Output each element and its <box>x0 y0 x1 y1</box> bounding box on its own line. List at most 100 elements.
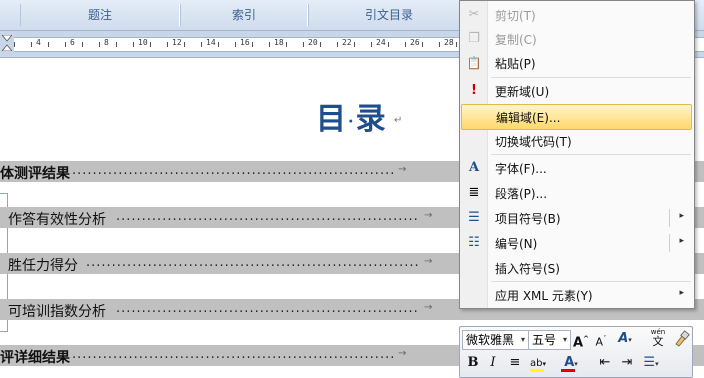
menu-item-update-field[interactable]: ! 更新域(U) <box>461 79 692 103</box>
toc-title: 目·录 <box>316 94 388 138</box>
ruler-tick <box>320 42 321 47</box>
menu-item-label: 项目符号(B) <box>495 212 561 226</box>
font-name-dropdown[interactable]: 微软雅黑 ▾ <box>462 330 529 350</box>
toc-entry-text: 体测评结果 <box>0 166 70 182</box>
menu-item-label: 剪切(T) <box>495 9 536 23</box>
toc-leader-dots: ........................................… <box>116 301 420 316</box>
submenu-arrow-icon[interactable]: ▸ <box>679 211 684 221</box>
menu-item-label: 字体(F)... <box>495 162 547 176</box>
menu-item-numbering[interactable]: ☷ 编号(N) ▸ <box>461 231 692 255</box>
toc-leader-dots: ........................................… <box>72 347 394 362</box>
menu-item-label: 复制(C) <box>495 33 537 47</box>
increase-indent-icon[interactable]: ⇥ <box>618 354 636 372</box>
menu-item-edit-field[interactable]: 编辑域(E)... <box>461 104 692 130</box>
menu-item-apply-xml-element[interactable]: 应用 XML 元素(Y) ▸ <box>461 283 692 307</box>
copy-icon: ❐ <box>468 31 480 46</box>
ruler-number: 8 <box>104 38 109 47</box>
ruler-tick <box>235 42 236 47</box>
tab-arrow-icon: → <box>398 164 407 175</box>
ruler-tick <box>48 42 49 47</box>
split-divider <box>669 234 670 252</box>
ruler-number: 28 <box>444 38 454 47</box>
paragraph-mark: ↵ <box>394 115 403 126</box>
ruler-number: 18 <box>274 38 284 47</box>
ruler-tick <box>303 42 304 47</box>
scissors-icon: ✂ <box>468 7 480 22</box>
format-painter-icon[interactable] <box>672 330 690 348</box>
ruler-number: 6 <box>70 38 75 47</box>
split-divider <box>669 209 670 227</box>
menu-item-font[interactable]: A 字体(F)... <box>461 156 692 180</box>
paragraph-icon: ≣ <box>468 185 480 200</box>
italic-button[interactable]: I <box>484 354 502 372</box>
toc-title-char-2: 录 <box>355 102 388 137</box>
phonetic-guide-icon[interactable]: wén 文 <box>648 328 668 348</box>
update-field-icon: ! <box>471 83 477 98</box>
ruler-tick <box>116 42 117 47</box>
submenu-arrow-icon[interactable]: ▸ <box>679 236 684 246</box>
menu-item-label: 编号(N) <box>495 237 538 251</box>
submenu-arrow-icon[interactable]: ▸ <box>679 288 684 298</box>
decrease-indent-icon[interactable]: ⇤ <box>596 354 614 372</box>
font-name-value: 微软雅黑 <box>466 333 515 347</box>
menu-item-bullets[interactable]: ☰ 项目符号(B) ▸ <box>461 206 692 230</box>
ruler-tick <box>201 42 202 47</box>
grow-font-icon[interactable]: A^ <box>572 330 590 350</box>
ruler-tick <box>65 42 66 47</box>
menu-item-cut[interactable]: ✂ 剪切(T) <box>461 3 692 27</box>
ruler-number: 16 <box>240 38 250 47</box>
ruler-number: 24 <box>376 38 386 47</box>
ruler-number: 4 <box>36 38 41 47</box>
font-size-dropdown[interactable]: 五号 ▾ <box>528 330 571 350</box>
menu-item-toggle-field-codes[interactable]: 切换域代码(T) <box>461 129 692 153</box>
menu-item-paragraph[interactable]: ≣ 段落(P)... <box>461 181 692 205</box>
ruler-number: 22 <box>342 38 352 47</box>
toc-leader-dots: ........................................… <box>72 163 394 178</box>
font-icon: A <box>468 160 480 175</box>
toc-entry-text: 可培训指数分析 <box>8 304 106 320</box>
ruler-number: 26 <box>410 38 420 47</box>
menu-separator <box>491 154 691 155</box>
menu-separator <box>491 77 691 78</box>
ruler-number: 12 <box>172 38 182 47</box>
chevron-down-icon: ▾ <box>562 335 567 344</box>
ruler-tick <box>439 42 440 47</box>
ruler-tick <box>269 42 270 47</box>
styles-icon[interactable]: A▾ <box>616 330 634 348</box>
menu-item-label: 粘贴(P) <box>495 57 536 71</box>
ruler-number: 10 <box>138 38 148 47</box>
menu-item-copy[interactable]: ❐ 复制(C) <box>461 27 692 51</box>
bullets-icon[interactable]: ☰▾ <box>640 354 662 372</box>
tab-arrow-icon: → <box>398 348 407 359</box>
ruler-tick <box>286 42 287 47</box>
bold-button[interactable]: B <box>464 354 482 372</box>
toc-leader-dots: ........................................… <box>86 255 420 270</box>
font-color-button[interactable]: A▾ <box>560 354 582 372</box>
shrink-font-icon[interactable]: Aˇ <box>592 330 610 349</box>
ruler-tick <box>252 42 253 47</box>
menu-item-label: 段落(P)... <box>495 187 548 201</box>
paste-icon: 📋 <box>466 56 482 70</box>
menu-item-label: 插入符号(S) <box>495 262 560 276</box>
ribbon-tab-index[interactable]: 索引 <box>180 4 308 26</box>
ribbon-tab-caption[interactable]: 题注 <box>20 4 180 26</box>
mini-formatting-toolbar: 微软雅黑 ▾ 五号 ▾ A^ Aˇ A▾ wén 文 B I ≡ ab▾ A▾ … <box>459 326 693 378</box>
ruler-tick <box>354 42 355 47</box>
menu-item-paste[interactable]: 📋 粘贴(P) <box>461 51 692 75</box>
tab-arrow-icon: → <box>424 302 433 313</box>
toc-entry-text: 胜任力得分 <box>8 258 78 274</box>
ribbon-tab-table-of-authorities[interactable]: 引文目录 <box>308 4 470 26</box>
highlight-color-button[interactable]: ab▾ <box>528 354 548 372</box>
font-color-swatch <box>561 369 575 372</box>
menu-item-insert-symbol[interactable]: 插入符号(S) <box>461 256 692 280</box>
ruler-tick <box>14 42 15 47</box>
ruler-tick <box>31 42 32 47</box>
toc-entry-text: 评详细结果 <box>0 350 70 366</box>
numbering-icon: ☷ <box>468 235 480 250</box>
menu-item-label: 更新域(U) <box>495 85 550 99</box>
indent-marker-icon[interactable] <box>2 35 12 51</box>
ruler-tick <box>82 42 83 47</box>
menu-item-label: 切换域代码(T) <box>495 135 572 149</box>
menu-item-label: 编辑域(E)... <box>496 111 561 125</box>
align-center-icon[interactable]: ≡ <box>506 354 524 372</box>
